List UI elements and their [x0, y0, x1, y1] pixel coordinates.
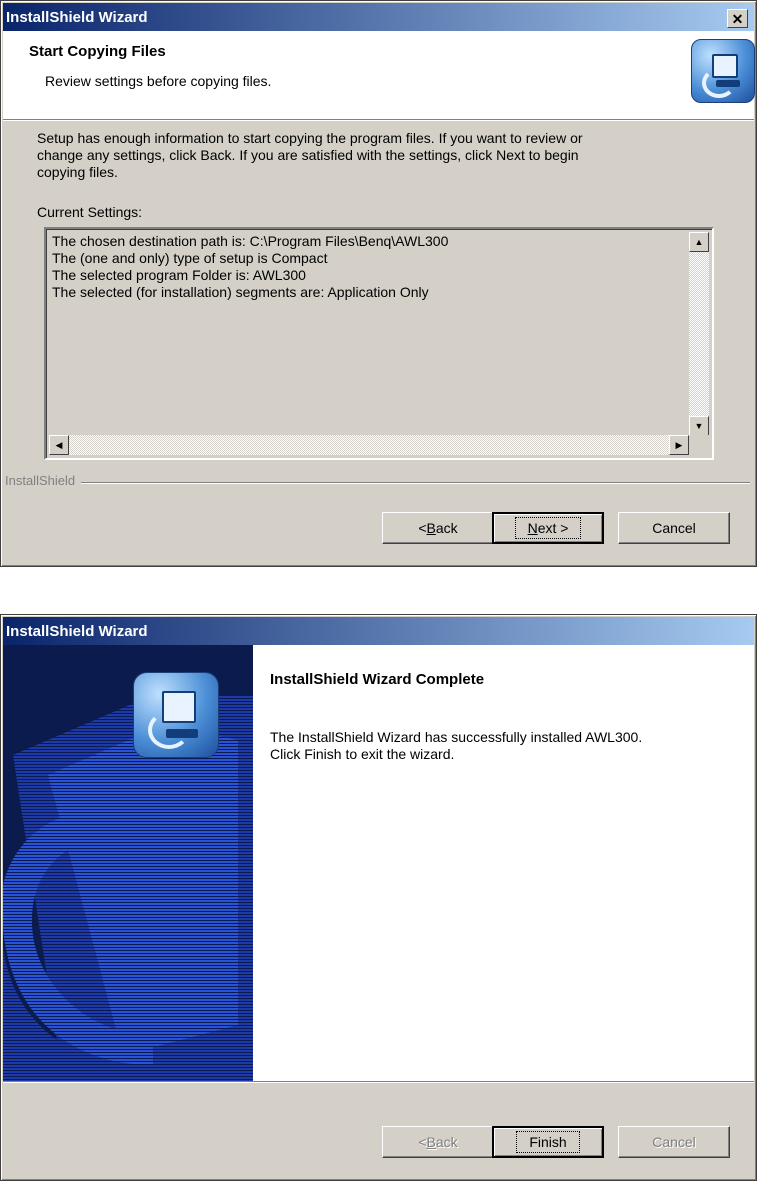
settings-line: The chosen destination path is: C:\Progr… — [52, 233, 449, 249]
back-hotkey: B — [426, 520, 436, 536]
installshield-logo-icon — [691, 39, 755, 103]
settings-line: The selected program Folder is: AWL300 — [52, 267, 306, 283]
instructions-line: change any settings, click Back. If you … — [37, 147, 579, 163]
current-settings-box[interactable]: The chosen destination path is: C:\Progr… — [44, 227, 714, 460]
vertical-scrollbar[interactable]: ▲ ▼ — [689, 232, 709, 436]
header-title: Start Copying Files — [29, 43, 166, 60]
title-bar: InstallShield Wizard ✕ — [3, 3, 754, 31]
settings-line: The (one and only) type of setup is Comp… — [52, 250, 328, 266]
completion-line: The InstallShield Wizard has successfull… — [270, 729, 643, 745]
window-title: InstallShield Wizard — [6, 622, 148, 640]
horizontal-scrollbar[interactable]: ◀ ▶ — [49, 435, 689, 455]
brand-divider: InstallShield — [5, 473, 750, 491]
completion-title: InstallShield Wizard Complete — [270, 671, 485, 688]
completion-line: Click Finish to exit the wizard. — [270, 746, 455, 762]
next-focus: Next > — [514, 517, 582, 539]
scroll-right-icon[interactable]: ▶ — [669, 435, 689, 455]
next-rest: ext > — [537, 520, 569, 536]
cancel-button[interactable]: Cancel — [618, 1126, 730, 1158]
scroll-corner — [689, 435, 709, 455]
back-prefix: < — [418, 1134, 427, 1150]
instructions-line: Setup has enough information to start co… — [37, 130, 583, 146]
completion-message: The InstallShield Wizard has successfull… — [270, 729, 740, 763]
back-prefix: < — [418, 520, 427, 536]
completion-content: InstallShield Wizard Complete The Instal… — [253, 645, 754, 1081]
cancel-button[interactable]: Cancel — [618, 512, 730, 544]
start-copying-dialog: InstallShield Wizard ✕ Start Copying Fil… — [0, 0, 757, 567]
settings-text: The chosen destination path is: C:\Progr… — [52, 233, 448, 301]
finish-button[interactable]: Finish — [492, 1126, 604, 1158]
header-subtitle: Review settings before copying files. — [45, 73, 272, 89]
close-button[interactable]: ✕ — [727, 9, 748, 28]
title-bar: InstallShield Wizard — [3, 617, 754, 645]
installshield-logo-icon — [133, 672, 219, 758]
scroll-down-icon[interactable]: ▼ — [689, 416, 709, 436]
footer-divider — [3, 1081, 754, 1083]
back-rest: ack — [435, 1134, 458, 1150]
back-button[interactable]: < Back — [382, 512, 494, 544]
window-title: InstallShield Wizard — [6, 8, 148, 26]
next-button[interactable]: Next > — [492, 512, 604, 544]
scroll-left-icon[interactable]: ◀ — [49, 435, 69, 455]
back-rest: ack — [435, 520, 458, 536]
brand-label: InstallShield — [5, 473, 82, 488]
installshield-side-graphic — [3, 645, 253, 1081]
settings-line: The selected (for installation) segments… — [52, 284, 429, 300]
instructions-text: Setup has enough information to start co… — [37, 130, 717, 181]
close-icon: ✕ — [731, 10, 744, 27]
current-settings-label: Current Settings: — [37, 204, 143, 220]
finish-label: Finish — [516, 1131, 580, 1153]
back-button[interactable]: < Back — [382, 1126, 494, 1158]
next-hotkey: N — [527, 520, 538, 536]
wizard-complete-dialog: InstallShield Wizard InstallShield Wizar… — [0, 614, 757, 1181]
wizard-header: Start Copying Files Review settings befo… — [3, 31, 755, 120]
instructions-line: copying files. — [37, 164, 118, 180]
scroll-up-icon[interactable]: ▲ — [689, 232, 709, 252]
back-hotkey: B — [426, 1134, 436, 1150]
